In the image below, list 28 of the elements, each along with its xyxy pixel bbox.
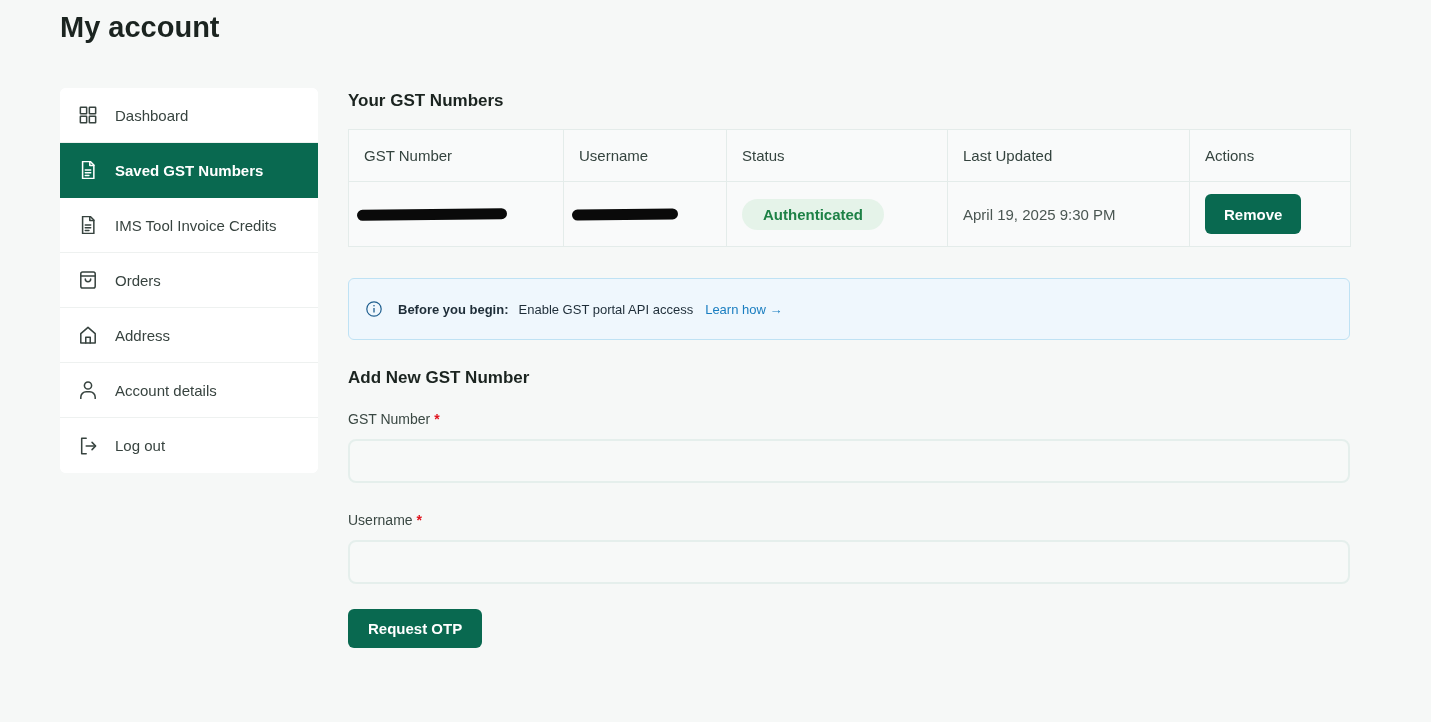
table-cell: April 19, 2025 9:30 PM <box>947 181 1190 247</box>
house-icon <box>79 326 97 344</box>
info-icon <box>366 301 382 317</box>
learn-how-link[interactable]: Learn how → <box>705 301 783 317</box>
status-badge: Authenticated <box>742 198 884 230</box>
logout-icon <box>79 436 97 455</box>
notice-text: Enable GST portal API access <box>518 301 694 317</box>
required-mark: * <box>416 511 423 530</box>
request-otp-button[interactable]: Request OTP <box>348 609 483 648</box>
column-header: Username <box>563 129 727 182</box>
notice-title: Before you begin: <box>398 301 509 317</box>
page-title: My account <box>60 10 220 45</box>
column-header: Status <box>726 129 948 182</box>
column-header: Last Updated <box>947 129 1190 182</box>
document-icon <box>79 161 97 179</box>
field-label: Username <box>348 511 413 530</box>
column-header: Actions <box>1189 129 1351 182</box>
remove-button[interactable]: Remove <box>1205 194 1302 234</box>
field-label: GST Number <box>348 410 431 429</box>
section-heading: Add New GST Number <box>348 367 530 389</box>
column-header: GST Number <box>348 129 564 182</box>
sidebar-item[interactable]: Saved GST Numbers <box>60 143 318 198</box>
required-mark: * <box>434 410 440 429</box>
section-heading: Your GST Numbers <box>348 90 504 112</box>
person-icon <box>79 381 97 399</box>
bag-icon <box>79 271 97 289</box>
document-icon <box>79 216 97 234</box>
grid-icon <box>79 106 97 124</box>
